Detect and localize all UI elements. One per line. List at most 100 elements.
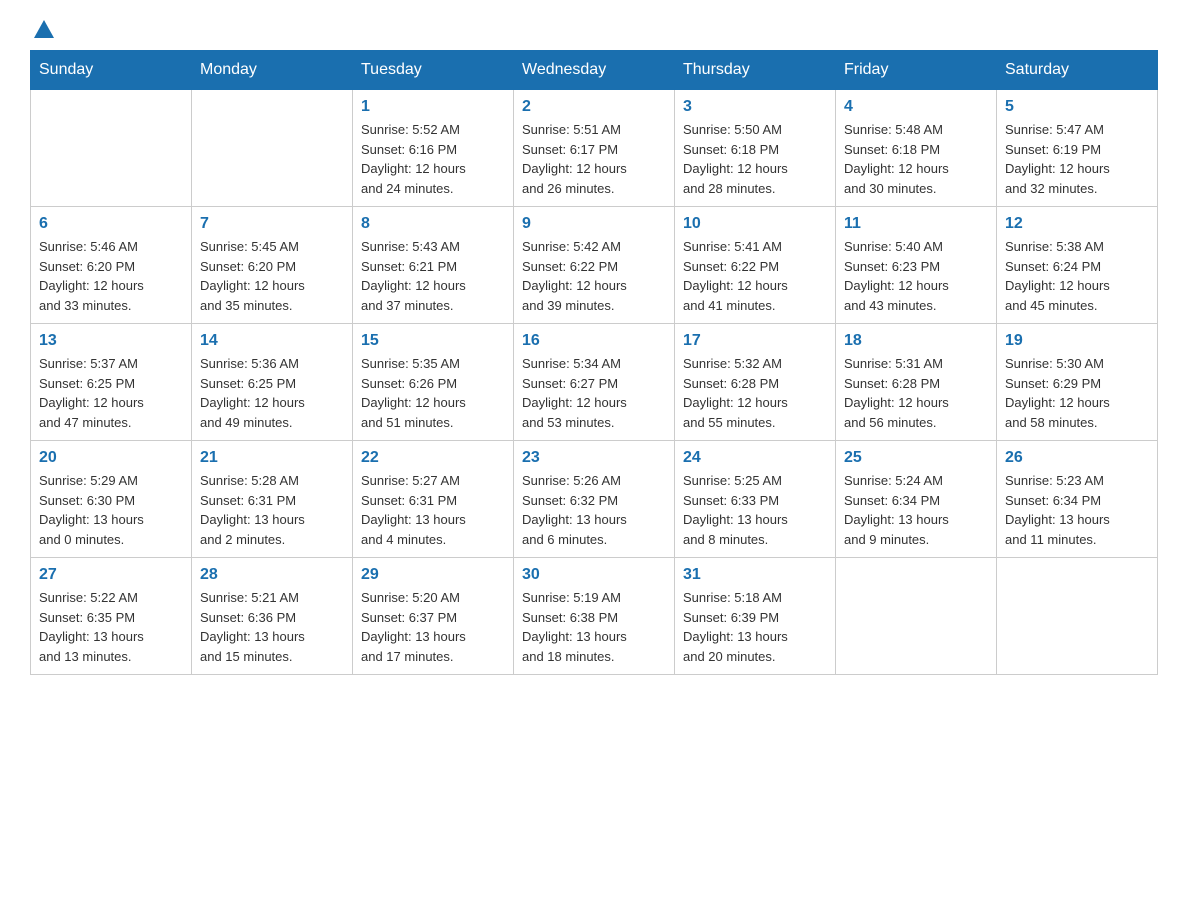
calendar-cell: 15 Sunrise: 5:35 AM Sunset: 6:26 PM Dayli… [353,324,514,441]
day-number: 8 [361,215,505,233]
day-info: Sunrise: 5:29 AM Sunset: 6:30 PM Dayligh… [39,471,183,549]
day-number: 4 [844,98,988,116]
day-number: 29 [361,566,505,584]
day-number: 11 [844,215,988,233]
calendar-cell: 21Sunrise: 5:28 AM Sunset: 6:31 PM Dayli… [192,441,353,558]
day-number: 9 [522,215,666,233]
calendar-cell: 29 Sunrise: 5:20 AM Sunset: 6:37 PM Dayli… [353,558,514,675]
day-info: Sunrise: 5:51 AM Sunset: 6:17 PM Dayligh… [522,120,666,198]
day-info: Sunrise: 5:48 AM Sunset: 6:18 PM Dayligh… [844,120,988,198]
calendar-cell: 20Sunrise: 5:29 AM Sunset: 6:30 PM Dayli… [31,441,192,558]
calendar-week-row: 27 Sunrise: 5:22 AM Sunset: 6:35 PM Dayli… [31,558,1158,675]
day-number: 31 [683,566,827,584]
weekday-header-tuesday: Tuesday [353,51,514,90]
calendar-cell: 8 Sunrise: 5:43 AM Sunset: 6:21 PM Daylig… [353,207,514,324]
logo [30,20,54,42]
calendar-cell: 28 Sunrise: 5:21 AM Sunset: 6:36 PM Dayli… [192,558,353,675]
weekday-header-saturday: Saturday [997,51,1158,90]
calendar-week-row: 13 Sunrise: 5:37 AM Sunset: 6:25 PM Dayli… [31,324,1158,441]
calendar-cell: 22 Sunrise: 5:27 AM Sunset: 6:31 PM Dayli… [353,441,514,558]
day-info: Sunrise: 5:43 AM Sunset: 6:21 PM Dayligh… [361,237,505,315]
day-info: Sunrise: 5:46 AM Sunset: 6:20 PM Dayligh… [39,237,183,315]
calendar-cell: 16 Sunrise: 5:34 AM Sunset: 6:27 PM Dayli… [514,324,675,441]
calendar-cell: 4 Sunrise: 5:48 AM Sunset: 6:18 PM Daylig… [836,90,997,207]
calendar-cell: 2 Sunrise: 5:51 AM Sunset: 6:17 PM Daylig… [514,90,675,207]
calendar-cell [836,558,997,675]
day-info: Sunrise: 5:21 AM Sunset: 6:36 PM Dayligh… [200,588,344,666]
day-info: Sunrise: 5:20 AM Sunset: 6:37 PM Dayligh… [361,588,505,666]
calendar-cell: 13 Sunrise: 5:37 AM Sunset: 6:25 PM Dayli… [31,324,192,441]
day-number: 14 [200,332,344,350]
day-number: 7 [200,215,344,233]
day-number: 17 [683,332,827,350]
calendar-cell: 7 Sunrise: 5:45 AM Sunset: 6:20 PM Daylig… [192,207,353,324]
day-info: Sunrise: 5:35 AM Sunset: 6:26 PM Dayligh… [361,354,505,432]
day-number: 27 [39,566,183,584]
calendar-cell: 11Sunrise: 5:40 AM Sunset: 6:23 PM Dayli… [836,207,997,324]
day-info: Sunrise: 5:42 AM Sunset: 6:22 PM Dayligh… [522,237,666,315]
day-number: 21 [200,449,344,467]
calendar-week-row: 20Sunrise: 5:29 AM Sunset: 6:30 PM Dayli… [31,441,1158,558]
calendar-cell: 27 Sunrise: 5:22 AM Sunset: 6:35 PM Dayli… [31,558,192,675]
calendar-week-row: 6Sunrise: 5:46 AM Sunset: 6:20 PM Daylig… [31,207,1158,324]
day-info: Sunrise: 5:34 AM Sunset: 6:27 PM Dayligh… [522,354,666,432]
day-number: 10 [683,215,827,233]
day-info: Sunrise: 5:27 AM Sunset: 6:31 PM Dayligh… [361,471,505,549]
day-info: Sunrise: 5:37 AM Sunset: 6:25 PM Dayligh… [39,354,183,432]
day-info: Sunrise: 5:31 AM Sunset: 6:28 PM Dayligh… [844,354,988,432]
calendar-cell: 18 Sunrise: 5:31 AM Sunset: 6:28 PM Dayli… [836,324,997,441]
weekday-header-row: SundayMondayTuesdayWednesdayThursdayFrid… [31,51,1158,90]
logo-triangle-icon [34,20,54,38]
day-info: Sunrise: 5:23 AM Sunset: 6:34 PM Dayligh… [1005,471,1149,549]
day-info: Sunrise: 5:19 AM Sunset: 6:38 PM Dayligh… [522,588,666,666]
calendar-cell: 25 Sunrise: 5:24 AM Sunset: 6:34 PM Dayli… [836,441,997,558]
day-info: Sunrise: 5:32 AM Sunset: 6:28 PM Dayligh… [683,354,827,432]
day-number: 12 [1005,215,1149,233]
weekday-header-thursday: Thursday [675,51,836,90]
calendar-cell: 9 Sunrise: 5:42 AM Sunset: 6:22 PM Daylig… [514,207,675,324]
day-number: 5 [1005,98,1149,116]
calendar-table: SundayMondayTuesdayWednesdayThursdayFrid… [30,50,1158,675]
calendar-cell [31,90,192,207]
day-info: Sunrise: 5:24 AM Sunset: 6:34 PM Dayligh… [844,471,988,549]
day-info: Sunrise: 5:52 AM Sunset: 6:16 PM Dayligh… [361,120,505,198]
day-number: 22 [361,449,505,467]
calendar-cell: 17 Sunrise: 5:32 AM Sunset: 6:28 PM Dayli… [675,324,836,441]
day-info: Sunrise: 5:38 AM Sunset: 6:24 PM Dayligh… [1005,237,1149,315]
day-number: 15 [361,332,505,350]
calendar-cell: 19 Sunrise: 5:30 AM Sunset: 6:29 PM Dayli… [997,324,1158,441]
calendar-cell: 3Sunrise: 5:50 AM Sunset: 6:18 PM Daylig… [675,90,836,207]
calendar-cell: 6Sunrise: 5:46 AM Sunset: 6:20 PM Daylig… [31,207,192,324]
day-info: Sunrise: 5:30 AM Sunset: 6:29 PM Dayligh… [1005,354,1149,432]
calendar-cell: 12 Sunrise: 5:38 AM Sunset: 6:24 PM Dayli… [997,207,1158,324]
day-info: Sunrise: 5:22 AM Sunset: 6:35 PM Dayligh… [39,588,183,666]
day-number: 24 [683,449,827,467]
day-info: Sunrise: 5:50 AM Sunset: 6:18 PM Dayligh… [683,120,827,198]
weekday-header-monday: Monday [192,51,353,90]
day-number: 23 [522,449,666,467]
calendar-cell: 10 Sunrise: 5:41 AM Sunset: 6:22 PM Dayli… [675,207,836,324]
day-info: Sunrise: 5:36 AM Sunset: 6:25 PM Dayligh… [200,354,344,432]
calendar-cell: 31 Sunrise: 5:18 AM Sunset: 6:39 PM Dayli… [675,558,836,675]
day-info: Sunrise: 5:47 AM Sunset: 6:19 PM Dayligh… [1005,120,1149,198]
day-number: 18 [844,332,988,350]
calendar-cell [997,558,1158,675]
day-number: 30 [522,566,666,584]
day-number: 25 [844,449,988,467]
day-info: Sunrise: 5:18 AM Sunset: 6:39 PM Dayligh… [683,588,827,666]
day-number: 13 [39,332,183,350]
day-number: 2 [522,98,666,116]
calendar-cell: 26Sunrise: 5:23 AM Sunset: 6:34 PM Dayli… [997,441,1158,558]
weekday-header-sunday: Sunday [31,51,192,90]
weekday-header-wednesday: Wednesday [514,51,675,90]
calendar-cell: 14 Sunrise: 5:36 AM Sunset: 6:25 PM Dayli… [192,324,353,441]
day-info: Sunrise: 5:45 AM Sunset: 6:20 PM Dayligh… [200,237,344,315]
calendar-cell: 30 Sunrise: 5:19 AM Sunset: 6:38 PM Dayli… [514,558,675,675]
day-number: 1 [361,98,505,116]
day-info: Sunrise: 5:26 AM Sunset: 6:32 PM Dayligh… [522,471,666,549]
day-number: 19 [1005,332,1149,350]
day-number: 16 [522,332,666,350]
day-number: 28 [200,566,344,584]
day-info: Sunrise: 5:41 AM Sunset: 6:22 PM Dayligh… [683,237,827,315]
weekday-header-friday: Friday [836,51,997,90]
